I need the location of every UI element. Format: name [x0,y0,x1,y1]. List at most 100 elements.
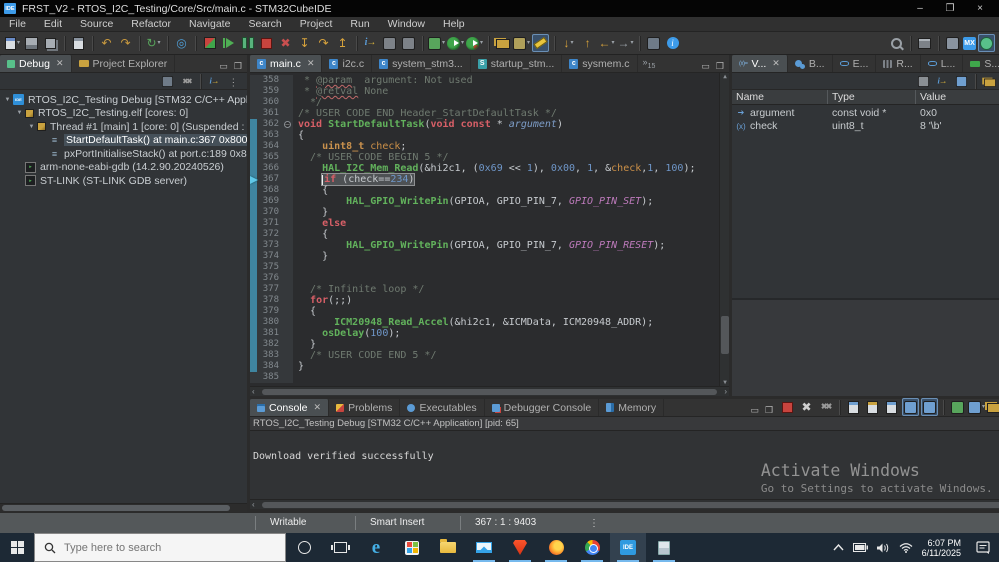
taskbar-app-brave[interactable] [502,533,538,562]
code-line-376[interactable]: 376 [250,273,729,284]
variables-tab-b[interactable]: B... [788,55,833,72]
code-line-361[interactable]: 361 /* USER CODE END Header_StartDefaultT… [250,108,729,119]
save-all-button[interactable] [42,34,59,52]
code-line-358[interactable]: 358 * @param argument: Not used [250,75,729,86]
instruction-stepping-button[interactable] [381,34,398,52]
debug-button[interactable]: ▾ [466,34,483,52]
editor-tab-system-stm3[interactable]: c system_stm3... [372,55,471,72]
format-brush-button[interactable]: ▾ [513,34,530,52]
close-tab-icon[interactable]: ✕ [307,58,315,69]
search-input[interactable] [64,541,254,554]
code-line-383[interactable]: 383 /* USER CODE END 5 */ [250,350,729,361]
code-line-374[interactable]: 374 } [250,251,729,262]
show-disassembly-button[interactable] [400,34,417,52]
taskbar-app-mail[interactable] [466,533,502,562]
expander-icon[interactable]: ▼ [15,110,24,116]
code-line-380[interactable]: 380 ICM20948_Read_Accel(&hi2c1, &ICMData… [250,317,729,328]
remove-launch-button[interactable]: ✖ [798,398,815,416]
debug-tree-row[interactable]: ▼ IDE RTOS_I2C_Testing Debug [STM32 C/C++ … [0,93,247,107]
code-line-360[interactable]: 360 */ [250,97,729,108]
taskbar-app-task-view[interactable] [322,533,358,562]
cubemx-perspective-button[interactable]: MX [963,36,976,50]
console-tab-executables[interactable]: Executables [400,399,485,416]
taskbar-app-chrome[interactable] [574,533,610,562]
variables-tab-r[interactable]: R... [876,55,921,72]
maximize-view-button[interactable]: ❒ [234,61,242,72]
taskbar-app-file-explorer[interactable] [430,533,466,562]
add-expression-button[interactable] [982,75,996,88]
close-tab-icon[interactable]: ✕ [772,58,780,69]
code-line-359[interactable]: 359 * @retval None [250,86,729,97]
console-tab-console[interactable]: Console ✕ [250,399,330,416]
debug-tree-row[interactable]: ▸ ST-LINK (ST-LINK GDB server) [0,174,247,188]
taskbar-app-store[interactable] [394,533,430,562]
highlight-button[interactable] [532,34,550,52]
pin-editor-button[interactable] [645,34,662,52]
save-button[interactable] [23,34,40,52]
expander-icon[interactable]: ▼ [27,124,36,130]
remove-all-launches-button[interactable]: ✖✖ [817,398,834,416]
forward-button[interactable]: → ▾ [617,34,634,52]
show-type-names-button[interactable] [916,75,930,88]
editor-tab-i2c-c[interactable]: c i2c.c [322,55,373,72]
back-button[interactable]: ← ▾ [598,34,615,52]
step-into-button[interactable]: ↧ [296,34,313,52]
run-button[interactable]: ▾ [447,34,464,52]
target-button[interactable]: ◎ [173,34,190,52]
code-line-381[interactable]: 381 osDelay(100); [250,328,729,339]
close-button[interactable]: × [965,3,995,14]
code-line-370[interactable]: 370 } [250,207,729,218]
notification-center-icon[interactable] [976,541,991,554]
code-line-363[interactable]: 363 { [250,130,729,141]
start-button[interactable] [0,533,34,562]
watch-expression-button[interactable]: i → [935,75,949,88]
refresh-button[interactable]: ↻ ▾ [145,34,162,52]
code-line-366[interactable]: 366 HAL_I2C_Mem_Read(&hi2c1, (0x69 << 1)… [250,163,729,174]
expander-icon[interactable]: ▼ [3,97,12,103]
code-line-365[interactable]: 365 /* USER CODE BEGIN 5 */ [250,152,729,163]
column-header-value[interactable]: Value [916,90,999,104]
console-tab-problems[interactable]: Problems [329,399,401,416]
wifi-icon[interactable] [899,542,913,553]
editor-hscrollbar[interactable]: ‹ › [250,386,729,396]
debug-tab-project-explorer[interactable]: Project Explorer [72,55,176,72]
view-menu-button[interactable]: ⋮ [226,75,240,88]
minimize-button[interactable]: – [905,3,935,14]
step-return-button[interactable]: ↥ [334,34,351,52]
code-line-382[interactable]: 382 } [250,339,729,350]
last-edit-location-button[interactable]: ↓ ▾ [560,34,577,52]
cpp-perspective-button[interactable] [944,34,961,52]
restore-button[interactable]: ❐ [935,3,965,14]
maximize-view-button[interactable]: ❒ [716,61,724,72]
variable-row-argument[interactable]: ➔ argument const void * 0x0 [732,106,999,120]
code-line-367[interactable]: 367 if (check==234) [250,173,729,186]
new-button[interactable]: ▾ [4,34,21,52]
show-stdout-button[interactable] [902,398,920,416]
restart-button[interactable] [201,34,218,52]
code-line-373[interactable]: 373 HAL_GPIO_WritePin(GPIOA, GPIO_PIN_7,… [250,240,729,251]
code-line-377[interactable]: 377 /* Infinite loop */ [250,284,729,295]
resume-button[interactable] [220,34,237,52]
debug-panel-hscrollbar[interactable] [0,503,247,512]
battery-icon[interactable] [852,543,868,552]
open-console-button[interactable]: ▾ [987,398,999,416]
taskbar-app-cortana[interactable] [286,533,322,562]
skip-breakpoints-toggle[interactable]: i → [207,75,221,88]
taskbar-app-firefox[interactable] [538,533,574,562]
code-line-378[interactable]: 378 for(;;) [250,295,729,306]
remove-terminated-button[interactable]: ✖✖ [179,75,193,88]
disconnect-button[interactable]: ✖ [277,34,294,52]
close-tab-icon[interactable]: ✕ [56,58,64,69]
collapse-icon[interactable]: – [284,121,291,128]
column-header-type[interactable]: Type [828,90,916,104]
profile-button[interactable]: ▾ [428,34,445,52]
console-tab-memory[interactable]: Memory [599,399,665,416]
terminate-console-button[interactable] [779,398,796,416]
maximize-view-button[interactable]: ❒ [765,405,773,416]
menu-file[interactable]: File [0,18,35,30]
code-line-372[interactable]: 372 { [250,229,729,240]
redo-button[interactable]: ↷ [117,34,134,52]
menu-help[interactable]: Help [434,18,474,30]
console-view-button[interactable] [160,75,174,88]
variables-tab-l[interactable]: L... [921,55,964,72]
